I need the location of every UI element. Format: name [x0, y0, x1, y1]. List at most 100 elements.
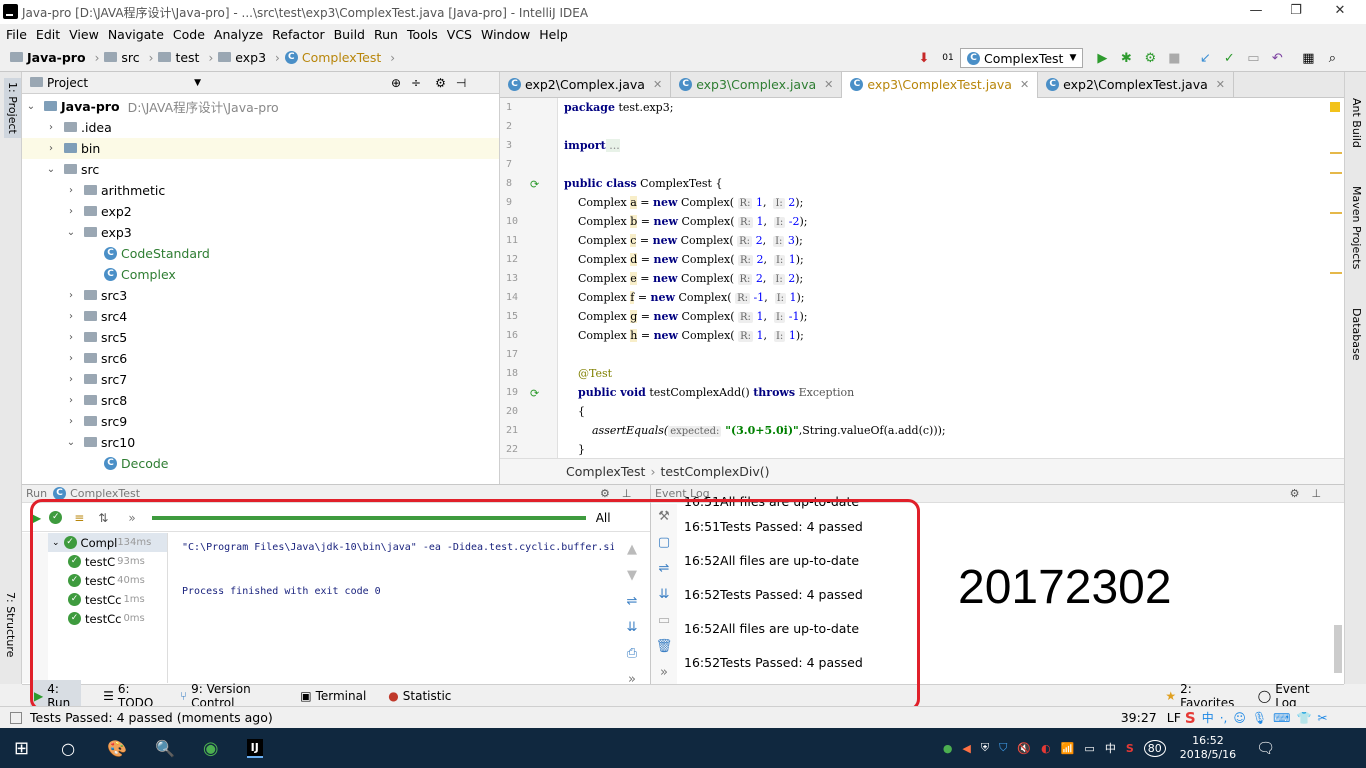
breadcrumb-project[interactable]: Java-pro — [27, 50, 86, 65]
windows-start-icon[interactable]: ⊞ — [14, 738, 29, 759]
maven-projects-tool-button[interactable]: Maven Projects — [1350, 186, 1363, 269]
menu-navigate[interactable]: Navigate — [108, 27, 164, 42]
chevron-right-icon[interactable]: › — [64, 185, 78, 196]
tree-item[interactable]: ⌄ exp3 — [22, 222, 499, 243]
hide-icon[interactable]: ⊣ — [456, 76, 466, 90]
coverage-icon[interactable]: ⚙ — [1141, 49, 1159, 67]
inspection-indicator-icon[interactable] — [1330, 102, 1340, 112]
editor-tab[interactable]: Cexp3\ComplexTest.java ✕ — [842, 71, 1039, 98]
tree-item[interactable]: ⌄ src — [22, 159, 499, 180]
tree-item[interactable]: C Decode — [22, 453, 499, 474]
editor-tab[interactable]: Cexp2\ComplexTest.java ✕ — [1038, 71, 1234, 98]
sogou-ime-icon[interactable]: S — [1185, 709, 1196, 727]
tree-item[interactable]: › src4 — [22, 306, 499, 327]
tree-item[interactable]: C CodeStandard — [22, 243, 499, 264]
breadcrumb-class[interactable]: ComplexTest — [302, 50, 381, 65]
close-tab-icon[interactable]: ✕ — [1216, 78, 1225, 91]
battery-indicator[interactable]: 80 — [1143, 739, 1166, 757]
chevron-down-icon[interactable]: ▼ — [194, 78, 201, 88]
menu-code[interactable]: Code — [173, 27, 205, 42]
sogou-tray-icon[interactable]: S — [1126, 742, 1134, 755]
close-tab-icon[interactable]: ✕ — [653, 78, 662, 91]
skin-icon[interactable]: 👕 — [1296, 711, 1311, 725]
run-icon[interactable]: ▶ — [1093, 49, 1111, 67]
tree-item[interactable]: › src8 — [22, 390, 499, 411]
tree-item[interactable]: › src5 — [22, 327, 499, 348]
run-config-select[interactable]: C ComplexTest ▼ — [960, 48, 1084, 68]
tray-shield-icon[interactable]: ⛨ — [981, 741, 989, 755]
database-tool-button[interactable]: Database — [1350, 308, 1363, 361]
tree-item[interactable]: › src7 — [22, 369, 499, 390]
tray-security-icon[interactable]: ⛉ — [999, 741, 1007, 755]
wifi-icon[interactable]: 📶 — [1061, 742, 1075, 755]
browser-app-icon[interactable]: ◉ — [203, 738, 219, 759]
status-message[interactable]: Tests Passed: 4 passed (moments ago) — [30, 710, 273, 725]
project-tool-button[interactable]: 1: Project — [4, 78, 21, 138]
error-stripe-mark[interactable] — [1330, 272, 1342, 274]
chevron-right-icon[interactable]: › — [44, 122, 58, 133]
chevron-right-icon[interactable]: › — [64, 353, 78, 364]
debug-icon[interactable]: ✱ — [1117, 49, 1135, 67]
run-gutter-icon[interactable]: ⟳ — [530, 178, 539, 191]
tools-icon[interactable]: ✂ — [1317, 711, 1327, 725]
gear-icon[interactable]: ⚙ — [435, 76, 446, 90]
editor-tab[interactable]: Cexp3\Complex.java ✕ — [671, 71, 843, 98]
locate-icon[interactable]: ⊕ — [391, 76, 401, 90]
chevron-down-icon[interactable]: ⌄ — [64, 437, 78, 448]
line-separator[interactable]: LF — [1167, 710, 1181, 725]
collapse-icon[interactable]: ÷ — [411, 76, 421, 90]
tray-360-icon[interactable]: ● — [943, 742, 953, 755]
chevron-down-icon[interactable]: ⌄ — [44, 164, 58, 175]
menu-edit[interactable]: Edit — [36, 27, 60, 42]
editor-breadcrumb-class[interactable]: ComplexTest — [566, 464, 645, 479]
project-structure-icon[interactable]: ▦ — [1299, 49, 1317, 67]
ime-mode-icon[interactable]: 中 — [1202, 709, 1214, 726]
menu-tools[interactable]: Tools — [407, 27, 438, 42]
breadcrumb-src[interactable]: src — [121, 50, 139, 65]
project-panel-title[interactable]: Project — [47, 76, 88, 90]
code-fold[interactable]: ... — [605, 139, 620, 152]
close-tab-icon[interactable]: ✕ — [1020, 78, 1029, 91]
chevron-right-icon[interactable]: › — [64, 332, 78, 343]
editor-tab[interactable]: Cexp2\Complex.java ✕ — [500, 71, 672, 98]
tree-item[interactable]: › arithmetic — [22, 180, 499, 201]
tree-item[interactable]: C Complex — [22, 264, 499, 285]
toggle-tool-windows-icon[interactable] — [10, 711, 22, 724]
paint-app-icon[interactable]: 🎨 — [107, 739, 127, 758]
menu-analyze[interactable]: Analyze — [214, 27, 263, 42]
chevron-right-icon[interactable]: › — [64, 374, 78, 385]
close-tab-icon[interactable]: ✕ — [824, 78, 833, 91]
menu-window[interactable]: Window — [481, 27, 530, 42]
menu-help[interactable]: Help — [539, 27, 568, 42]
menu-vcs[interactable]: VCS — [447, 27, 472, 42]
tree-item[interactable]: › src9 — [22, 411, 499, 432]
menu-refactor[interactable]: Refactor — [272, 27, 324, 42]
tray-app-icon[interactable]: ◐ — [1041, 742, 1051, 755]
punctuation-icon[interactable]: ·, — [1220, 711, 1228, 725]
chevron-right-icon[interactable]: › — [64, 206, 78, 217]
tree-item[interactable]: › bin — [22, 138, 499, 159]
error-stripe-mark[interactable] — [1330, 152, 1342, 154]
editor-breadcrumb-method[interactable]: testComplexDiv() — [660, 464, 769, 479]
notification-icon[interactable]: 🗨 — [1256, 739, 1275, 757]
tree-item[interactable]: ⌄ src10 — [22, 432, 499, 453]
menu-file[interactable]: File — [6, 27, 27, 42]
code-area[interactable]: package test.exp3; import ... public cla… — [564, 98, 1284, 458]
structure-tool-button[interactable]: 7: Structure — [4, 592, 17, 657]
gear-icon[interactable]: ⚙ — [1290, 487, 1300, 500]
breadcrumb-test[interactable]: test — [175, 50, 199, 65]
error-stripe-mark[interactable] — [1330, 172, 1342, 174]
tree-root[interactable]: ⌄ Java-pro D:\JAVA程序设计\Java-pro — [22, 96, 499, 117]
build-arrow-icon[interactable]: ⬇ — [915, 49, 933, 67]
tree-item[interactable]: › .idea — [22, 117, 499, 138]
menu-build[interactable]: Build — [334, 27, 365, 42]
chevron-right-icon[interactable]: › — [64, 311, 78, 322]
ant-build-tool-button[interactable]: Ant Build — [1350, 98, 1363, 148]
tree-item[interactable]: › src3 — [22, 285, 499, 306]
cortana-icon[interactable]: ○ — [61, 739, 75, 758]
search-everywhere-icon[interactable]: ⌕ — [1323, 49, 1341, 67]
intellij-app-icon[interactable]: IJ — [246, 738, 263, 758]
minimize-icon[interactable]: — — [1236, 3, 1276, 18]
vcs-compare-icon[interactable]: ▭ — [1244, 49, 1262, 67]
chevron-right-icon[interactable]: › — [64, 290, 78, 301]
